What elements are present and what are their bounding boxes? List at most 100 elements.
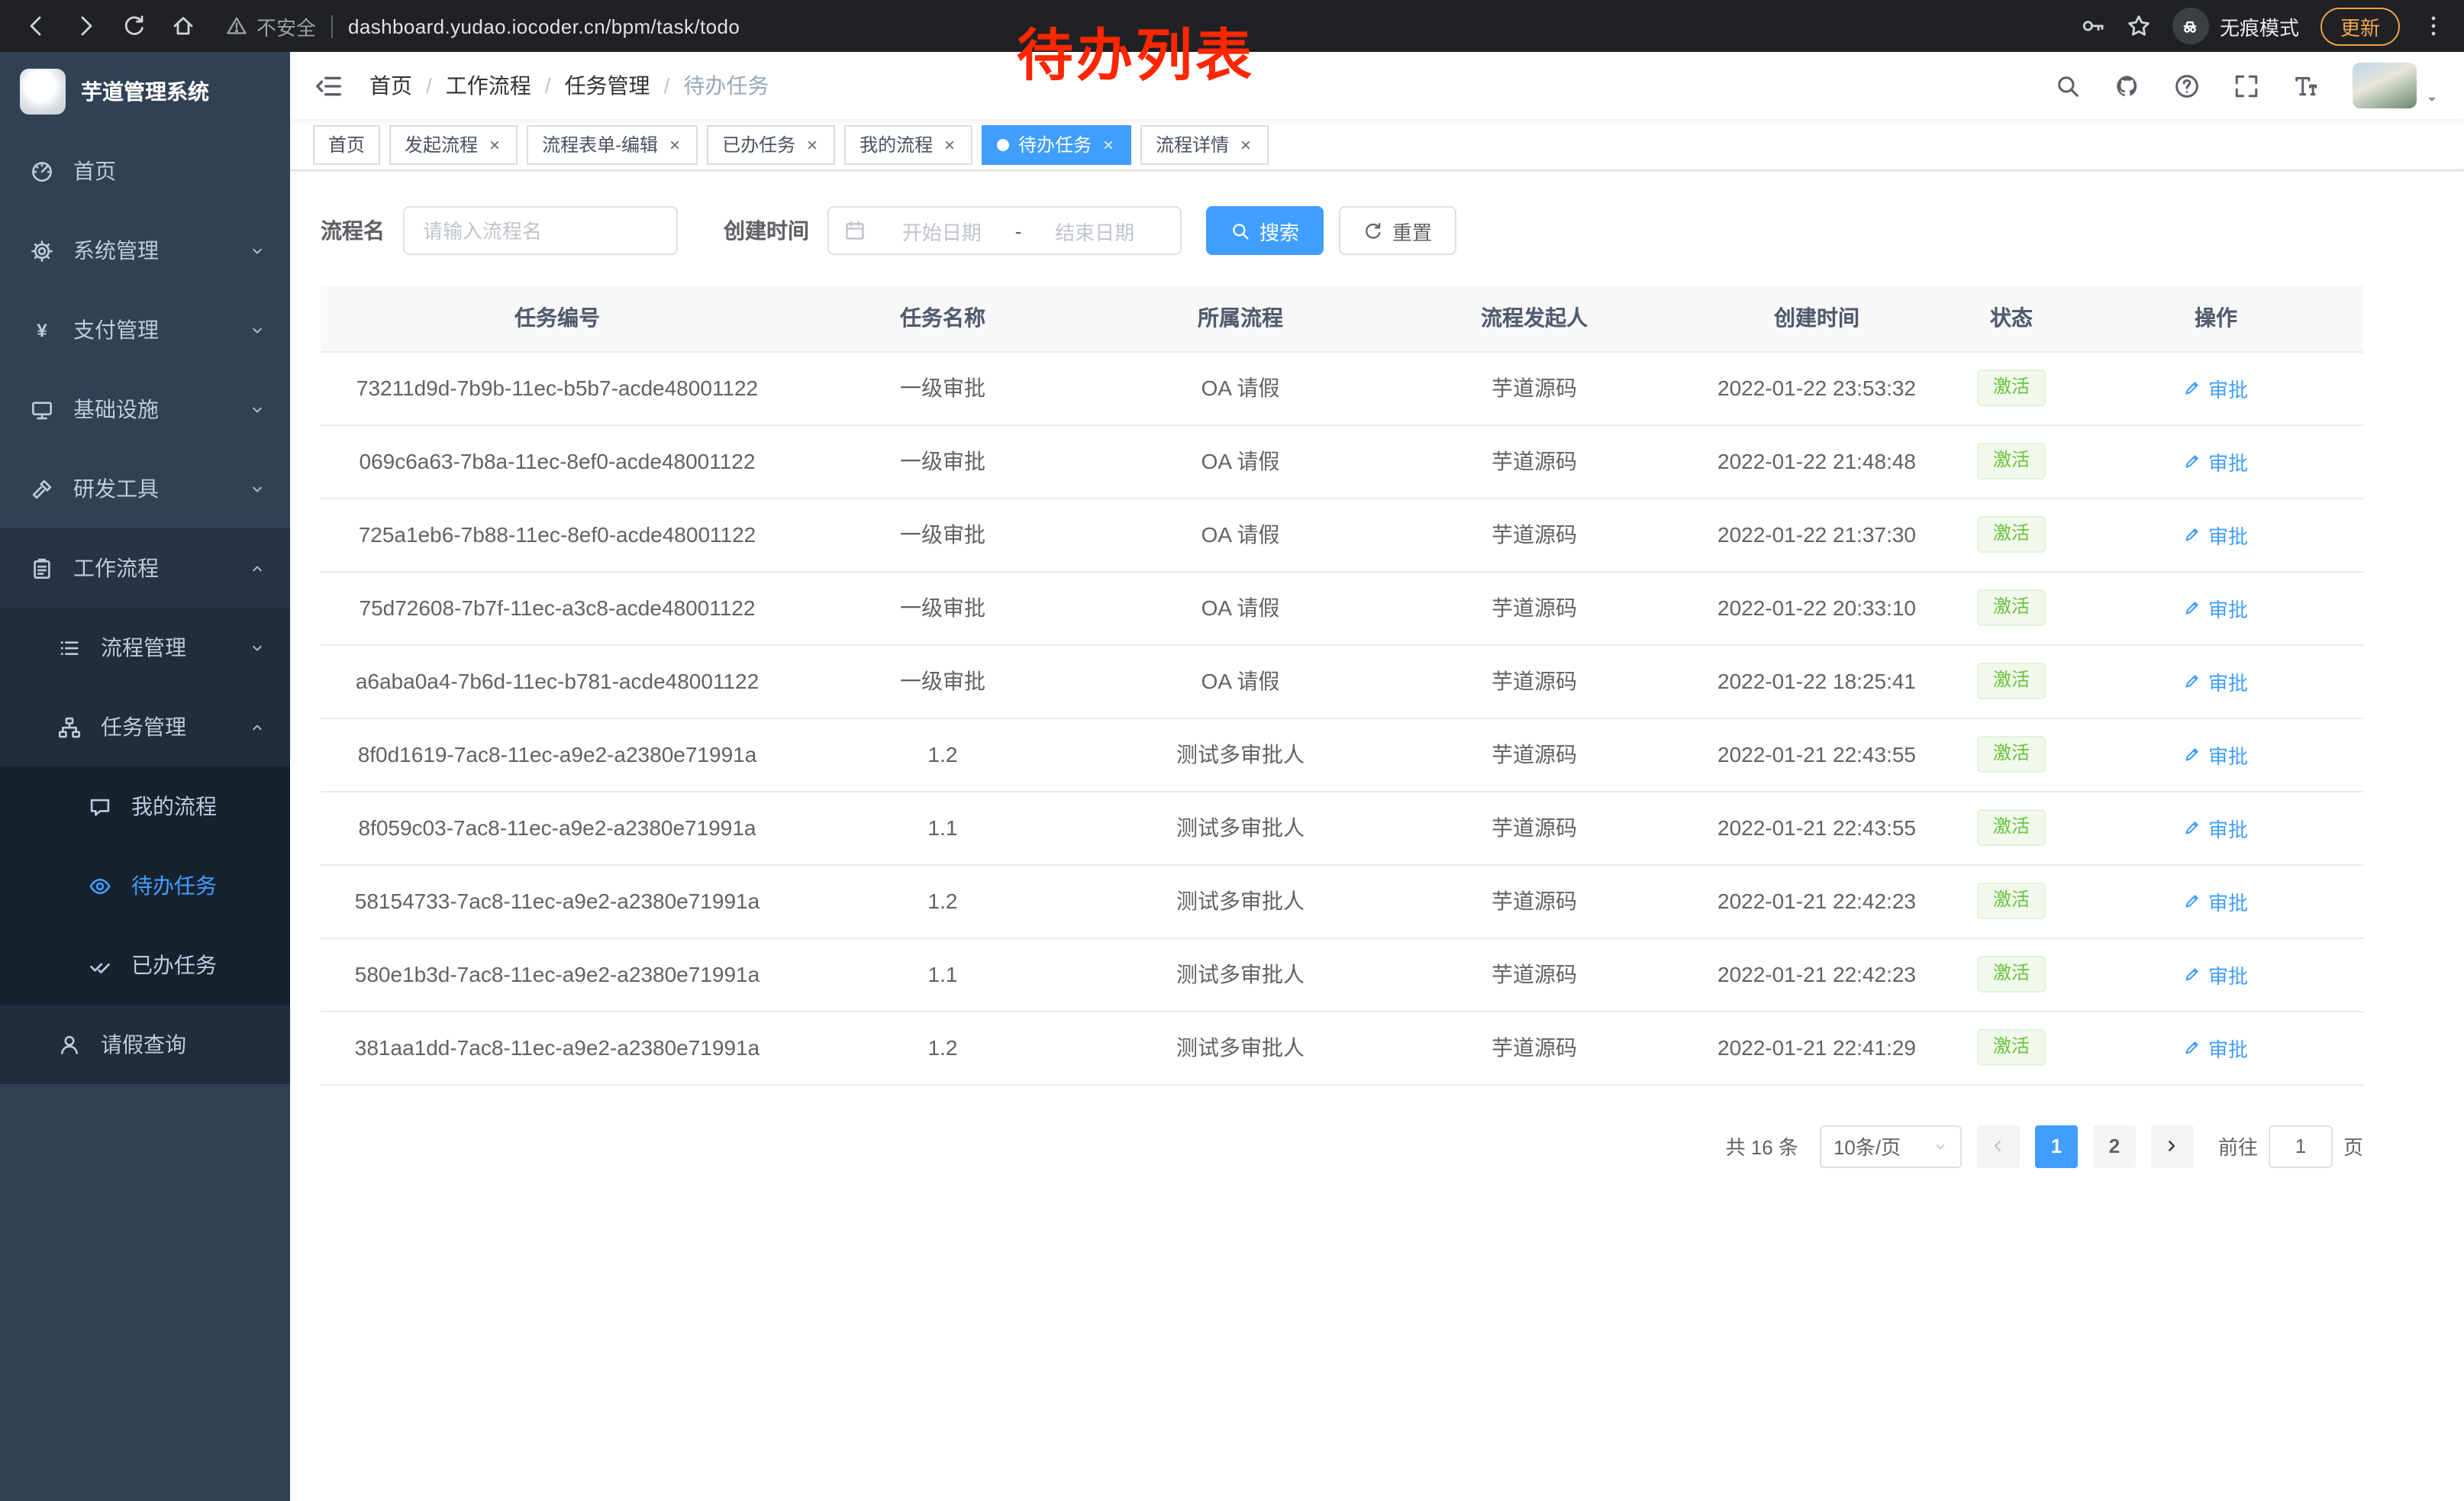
- sidebar-item-devtools[interactable]: 研发工具: [0, 449, 290, 528]
- breadcrumb-item[interactable]: 工作流程: [446, 70, 531, 101]
- approve-link[interactable]: 审批: [2184, 740, 2248, 769]
- sidebar-item-leave-query[interactable]: 请假查询: [0, 1005, 290, 1084]
- page-button-2[interactable]: 2: [2093, 1125, 2136, 1167]
- tab-流程详情[interactable]: 流程详情: [1140, 124, 1269, 164]
- status-badge: 激活: [1978, 883, 2045, 918]
- app-logo-row[interactable]: 芋道管理系统: [0, 52, 290, 131]
- browser-home-icon[interactable]: [165, 8, 202, 44]
- approve-link-label: 审批: [2208, 373, 2248, 402]
- fullscreen-icon[interactable]: [2233, 73, 2259, 98]
- approve-link[interactable]: 审批: [2184, 813, 2248, 842]
- table-row: 725a1eb6-7b88-11ec-8ef0-acde48001122一级审批…: [321, 498, 2363, 571]
- action-cell: 审批: [2069, 864, 2363, 938]
- top-navbar: 首页/工作流程/任务管理/待办任务: [290, 52, 2464, 119]
- approve-link[interactable]: 审批: [2184, 447, 2248, 476]
- main-area: 首页/工作流程/任务管理/待办任务 首页发起流程流程表单-编辑已办任务我的流程待…: [290, 52, 2464, 1501]
- column-header: 流程发起人: [1389, 286, 1679, 351]
- tab-label: 发起流程: [405, 131, 478, 157]
- approve-link[interactable]: 审批: [2184, 593, 2248, 622]
- search-button-label: 搜索: [1259, 216, 1299, 245]
- status-badge: 激活: [1978, 443, 2045, 479]
- browser-update-button[interactable]: 更新: [2320, 7, 2400, 45]
- close-icon[interactable]: [942, 137, 957, 152]
- approve-link[interactable]: 审批: [2184, 667, 2248, 696]
- address-bar[interactable]: dashboard.yudao.iocoder.cn/bpm/task/todo: [348, 15, 740, 37]
- approve-link[interactable]: 审批: [2184, 1033, 2248, 1062]
- sidebar-item-payment[interactable]: ¥支付管理: [0, 290, 290, 370]
- tab-已办任务[interactable]: 已办任务: [707, 124, 835, 164]
- goto-page-input[interactable]: [2269, 1125, 2333, 1167]
- initiator-cell: 芋道源码: [1389, 791, 1679, 864]
- date-range-picker[interactable]: 开始日期 - 结束日期: [827, 206, 1182, 255]
- browser-menu-icon[interactable]: [2421, 14, 2446, 38]
- approve-link[interactable]: 审批: [2184, 886, 2248, 915]
- page-size-select[interactable]: 10条/页: [1820, 1125, 1962, 1167]
- column-header: 所属流程: [1092, 286, 1389, 351]
- sidebar-item-home[interactable]: 首页: [0, 131, 290, 211]
- reset-button[interactable]: 重置: [1339, 206, 1456, 255]
- table-header-row: 任务编号任务名称所属流程流程发起人创建时间状态操作: [321, 286, 2363, 351]
- user-menu[interactable]: [2353, 63, 2440, 108]
- tab-待办任务[interactable]: 待办任务: [982, 124, 1131, 164]
- browser-refresh-icon[interactable]: [116, 8, 153, 44]
- start-date-placeholder: 开始日期: [872, 216, 1012, 245]
- password-key-icon[interactable]: [2081, 14, 2105, 38]
- approve-link[interactable]: 审批: [2184, 520, 2248, 549]
- browser-forward-icon[interactable]: [67, 8, 104, 44]
- close-icon[interactable]: [487, 137, 502, 152]
- close-icon[interactable]: [1238, 137, 1253, 152]
- eye-icon: [89, 874, 114, 897]
- bookmark-star-icon[interactable]: [2127, 14, 2151, 38]
- action-cell: 审批: [2069, 644, 2363, 718]
- approve-link[interactable]: 审批: [2184, 960, 2248, 989]
- help-icon[interactable]: [2174, 73, 2200, 98]
- browser-back-icon[interactable]: [18, 8, 55, 44]
- sidebar-menu: 首页系统管理¥支付管理基础设施研发工具工作流程流程管理任务管理我的流程待办任务已…: [0, 131, 290, 1084]
- security-indicator[interactable]: 不安全: [226, 11, 316, 40]
- task-id-cell: 73211d9d-7b9b-11ec-b5b7-acde48001122: [321, 351, 794, 424]
- status-cell: 激活: [1954, 571, 2069, 644]
- calendar-icon: [844, 220, 866, 241]
- status-badge: 激活: [1978, 1029, 2045, 1065]
- close-icon[interactable]: [667, 137, 682, 152]
- sidebar: 芋道管理系统 首页系统管理¥支付管理基础设施研发工具工作流程流程管理任务管理我的…: [0, 52, 290, 1501]
- created-cell: 2022-01-21 22:43:55: [1679, 791, 1954, 864]
- clipboard-icon: [31, 557, 56, 579]
- process-cell: 测试多审批人: [1092, 864, 1389, 938]
- sidebar-item-label: 流程管理: [101, 632, 186, 663]
- sidebar-item-infra[interactable]: 基础设施: [0, 370, 290, 449]
- chevron-down-icon: [249, 480, 266, 497]
- font-size-icon[interactable]: [2293, 73, 2319, 98]
- task-id-cell: 725a1eb6-7b88-11ec-8ef0-acde48001122: [321, 498, 794, 571]
- pencil-icon: [2184, 818, 2202, 837]
- task-name-cell: 1.1: [794, 938, 1092, 1011]
- next-page-button[interactable]: [2151, 1125, 2194, 1167]
- action-cell: 审批: [2069, 718, 2363, 791]
- github-icon[interactable]: [2114, 73, 2140, 98]
- sidebar-item-done-task[interactable]: 已办任务: [0, 925, 290, 1005]
- sidebar-item-workflow[interactable]: 工作流程: [0, 528, 290, 608]
- close-icon[interactable]: [1101, 137, 1116, 152]
- search-icon[interactable]: [2055, 73, 2081, 98]
- tab-首页[interactable]: 首页: [313, 124, 380, 164]
- created-cell: 2022-01-22 18:25:41: [1679, 644, 1954, 718]
- process-name-input[interactable]: [403, 206, 678, 255]
- tab-我的流程[interactable]: 我的流程: [844, 124, 972, 164]
- column-header: 任务编号: [321, 286, 794, 351]
- close-icon[interactable]: [805, 137, 820, 152]
- breadcrumb-item[interactable]: 任务管理: [565, 70, 650, 101]
- created-cell: 2022-01-21 22:41:29: [1679, 1011, 1954, 1084]
- page-button-1[interactable]: 1: [2035, 1125, 2078, 1167]
- search-button[interactable]: 搜索: [1206, 206, 1324, 255]
- sidebar-item-my-process[interactable]: 我的流程: [0, 767, 290, 846]
- tab-发起流程[interactable]: 发起流程: [389, 124, 518, 164]
- sidebar-collapse-icon[interactable]: [314, 71, 343, 100]
- tab-流程表单-编辑[interactable]: 流程表单-编辑: [527, 124, 698, 164]
- sidebar-item-system[interactable]: 系统管理: [0, 211, 290, 290]
- prev-page-button[interactable]: [1977, 1125, 2020, 1167]
- sidebar-item-process-mgmt[interactable]: 流程管理: [0, 608, 290, 687]
- sidebar-item-task-mgmt[interactable]: 任务管理: [0, 687, 290, 767]
- approve-link[interactable]: 审批: [2184, 373, 2248, 402]
- breadcrumb-item[interactable]: 首页: [369, 70, 412, 101]
- sidebar-item-todo-task[interactable]: 待办任务: [0, 846, 290, 925]
